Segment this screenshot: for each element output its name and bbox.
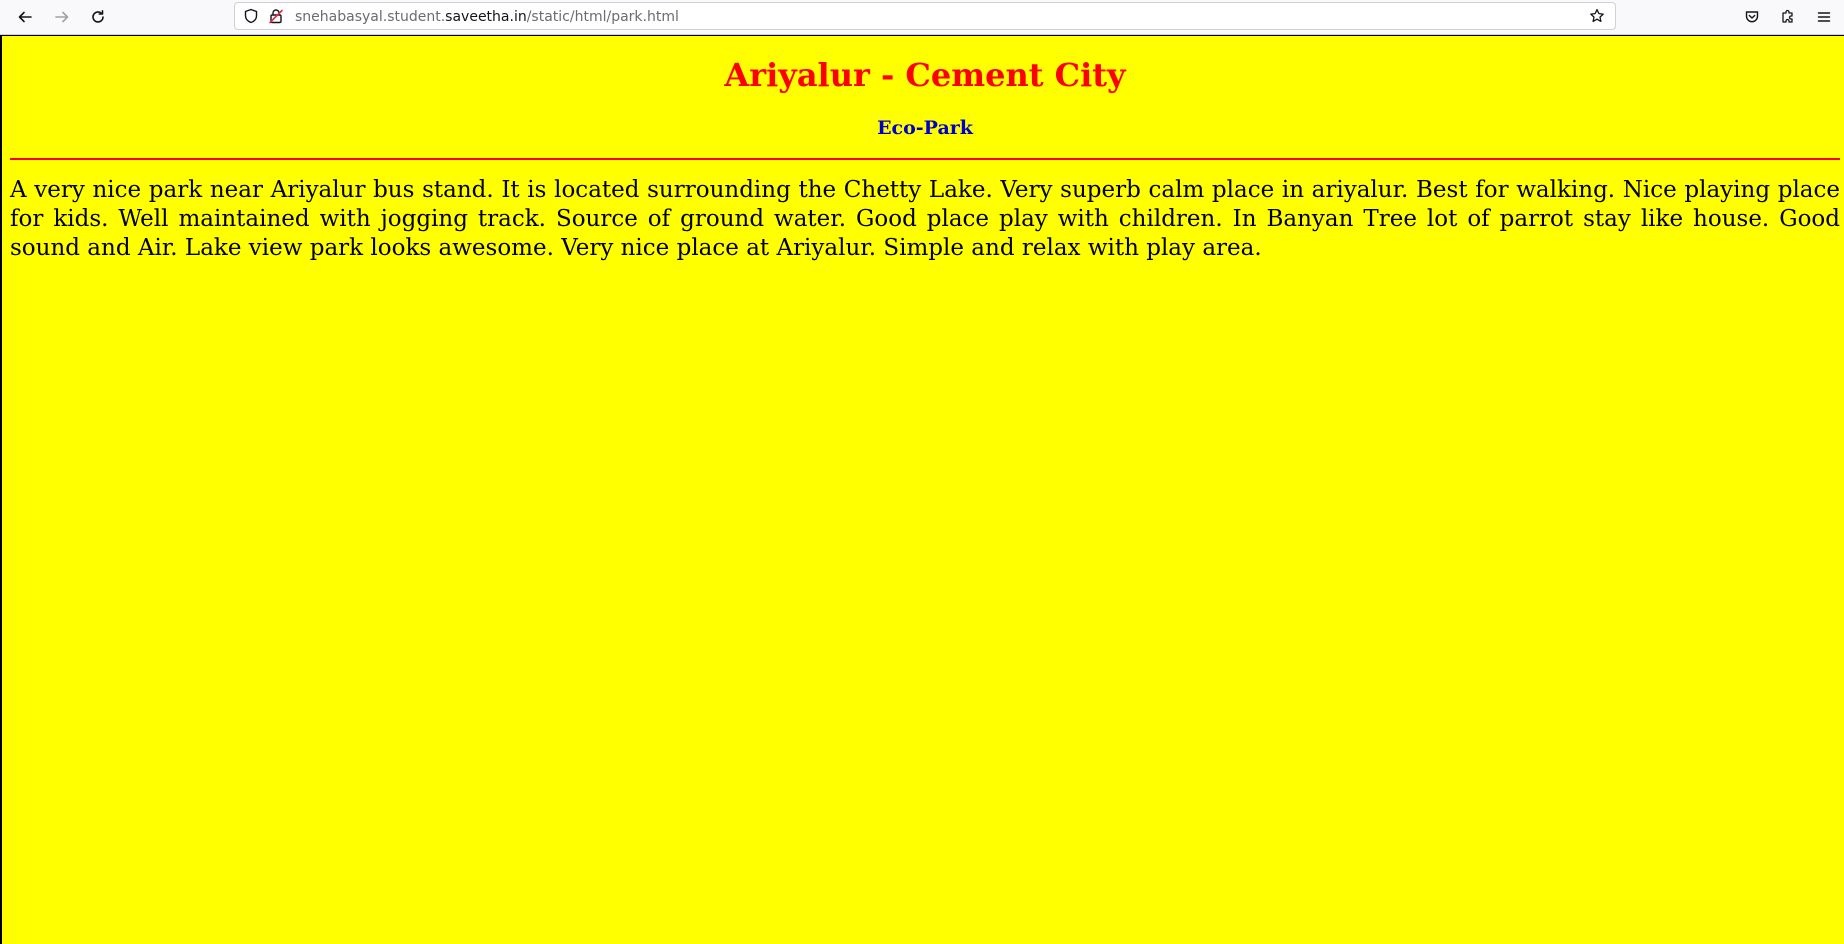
divider [10,158,1840,160]
url-host: saveetha.in [445,9,527,25]
puzzle-icon [1782,9,1793,23]
page-title: Ariyalur - Cement City [724,56,1126,94]
shield-icon[interactable] [243,8,259,24]
insecure-lock-icon[interactable] [268,8,284,24]
pocket-icon [1745,11,1759,23]
browser-toolbar: snehabasyal.student.saveetha.in/static/h… [0,0,1844,35]
arrow-right-icon [55,11,69,23]
page-subtitle: Eco-Park [877,117,973,139]
page-viewport: Ariyalur - Cement City Eco-Park A very n… [2,36,1844,944]
hamburger-icon [1817,12,1831,22]
reload-button[interactable] [85,4,111,30]
reload-icon [92,10,104,23]
arrow-left-icon [18,11,32,23]
bookmark-star-icon[interactable] [1589,8,1605,24]
url-bar[interactable]: snehabasyal.student.saveetha.in/static/h… [234,2,1616,30]
forward-button[interactable] [49,4,75,30]
park-description: A very nice park near Ariyalur bus stand… [10,177,1840,261]
url-path: /static/html/park.html [526,9,679,25]
pocket-button[interactable] [1741,6,1763,28]
url-text[interactable]: snehabasyal.student.saveetha.in/static/h… [295,7,679,27]
back-button[interactable] [12,4,38,30]
extensions-button[interactable] [1777,6,1799,28]
url-prefix: snehabasyal.student. [295,9,446,25]
browser-window: snehabasyal.student.saveetha.in/static/h… [0,0,1844,944]
menu-button[interactable] [1813,6,1835,28]
